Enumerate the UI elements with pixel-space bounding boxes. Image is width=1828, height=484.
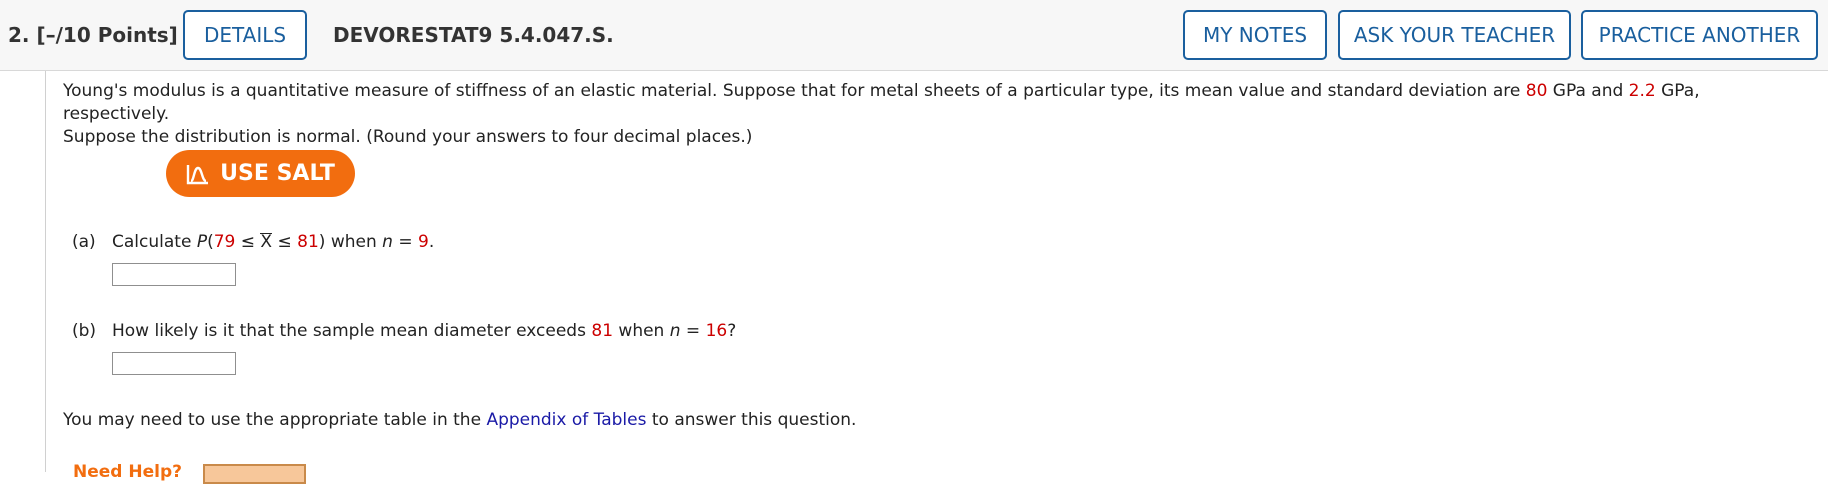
le-symbol: ≤ [272,232,298,252]
n-symbol: n [382,232,393,252]
part-a-question: Calculate P(79 ≤ X ≤ 81) when n = 9. [112,232,434,252]
part-a-label: (a) [72,232,96,252]
part-b-text: How likely is it that the sample mean di… [112,321,592,341]
ask-your-teacher-button[interactable]: ASK YOUR TEACHER [1338,10,1571,60]
question-code: DEVORESTAT9 5.4.047.S. [333,23,614,47]
part-a-answer-input[interactable] [112,263,236,286]
probability-symbol: P [196,232,208,252]
lower-bound: 79 [213,232,236,252]
mean-value: 80 [1525,81,1548,101]
paren: ( [207,232,214,252]
sample-size: 9 [418,232,429,252]
n-symbol: n [669,321,681,341]
problem-line-2: Suppose the distribution is normal. (Rou… [63,127,753,147]
part-b-text: when [613,321,670,341]
part-b-label: (b) [72,321,97,341]
threshold-value: 81 [591,321,614,341]
equals-symbol: = [680,321,706,341]
part-a-text: Calculate [112,232,197,252]
need-help-label: Need Help? [73,462,182,482]
part-b-question: How likely is it that the sample mean di… [112,321,736,341]
question-number: 2. [–/10 Points] [8,23,178,47]
period: . [428,232,435,252]
appendix-of-tables-link[interactable]: Appendix of Tables [486,410,646,430]
part-a-text: when [325,232,383,252]
upper-bound: 81 [297,232,319,252]
part-b-answer-input[interactable] [112,352,236,375]
use-salt-label: USE SALT [220,161,335,186]
problem-text: Young's modulus is a quantitative measur… [63,81,1526,101]
details-button[interactable]: DETAILS [183,10,307,60]
appendix-note-text: to answer this question. [646,410,857,430]
sample-size: 16 [705,321,728,341]
le-symbol: ≤ [235,232,261,252]
problem-text: GPa and [1547,81,1629,101]
problem-statement: Young's modulus is a quantitative measur… [63,80,1803,149]
appendix-note: You may need to use the appropriate tabl… [63,410,856,430]
salt-graph-icon [186,164,209,184]
xbar-symbol: X [260,232,273,252]
sd-value: 2.2 [1628,81,1656,101]
use-salt-button[interactable]: USE SALT [166,150,355,197]
question-mark: ? [727,321,737,341]
equals-symbol: = [392,232,418,252]
question-left-rule [45,71,46,472]
appendix-note-text: You may need to use the appropriate tabl… [63,410,487,430]
problem-line-1: Young's modulus is a quantitative measur… [63,80,1803,126]
practice-another-button[interactable]: PRACTICE ANOTHER [1581,10,1818,60]
question-header: 2. [–/10 Points] DETAILS DEVORESTAT9 5.4… [0,0,1828,71]
read-it-button[interactable] [203,464,306,484]
my-notes-button[interactable]: MY NOTES [1183,10,1327,60]
